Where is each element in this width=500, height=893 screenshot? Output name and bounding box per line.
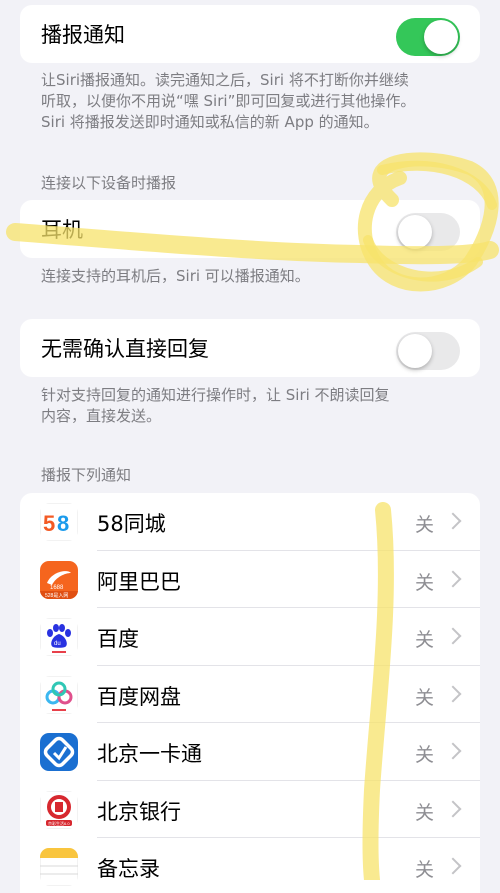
toggle-knob bbox=[398, 334, 432, 368]
reply-footer-line: 内容，直接发送。 bbox=[41, 407, 162, 425]
58-tongcheng-icon: 5 8 bbox=[40, 503, 78, 541]
toggle-knob bbox=[398, 215, 432, 249]
alibaba-sub-text: 528是入网 bbox=[45, 593, 68, 599]
bank-of-beijing-icon: 京彩生活6.0 bbox=[40, 790, 78, 829]
svg-text:5: 5 bbox=[43, 511, 55, 536]
app-row-notes[interactable]: 备忘录 关 bbox=[20, 838, 480, 893]
headphones-toggle[interactable] bbox=[396, 213, 460, 251]
baidu-du-text: du bbox=[54, 641, 61, 647]
apps-header: 播报下列通知 bbox=[41, 466, 132, 484]
alibaba-1688-text: 1688 bbox=[50, 585, 64, 591]
announce-footer-line: 听取，以便你不用说“嘿 Siri”即可回复或进行其他操作。 bbox=[41, 92, 416, 110]
app-name: 北京银行 bbox=[97, 799, 181, 824]
app-row-baidu[interactable]: du 百度 关 bbox=[20, 608, 480, 666]
baidu-netdisk-icon bbox=[40, 675, 78, 714]
app-state: 关 bbox=[414, 801, 434, 824]
app-state: 关 bbox=[414, 514, 434, 536]
announce-toggle[interactable] bbox=[396, 18, 460, 56]
chevron-right-icon bbox=[444, 570, 462, 587]
headphones-footer: 连接支持的耳机后，Siri 可以播报通知。 bbox=[41, 267, 310, 285]
app-state: 关 bbox=[414, 571, 434, 594]
reply-footer: 针对支持回复的通知进行操作时，让 Siri 不朗读回复 内容，直接发送。 bbox=[41, 385, 461, 427]
app-name: 百度 bbox=[97, 627, 139, 651]
chevron-right-icon bbox=[444, 742, 462, 760]
apps-list: 5 8 58同城 关 1688 528是入网 阿里巴巴 关 du 百度 关 百度… bbox=[20, 493, 480, 893]
app-state: 关 bbox=[414, 744, 434, 766]
reply-row: 无需确认直接回复 bbox=[20, 319, 480, 377]
announce-footer-line: Siri 将播报发送即时通知或私信的新 App 的通知。 bbox=[41, 113, 379, 131]
app-name: 58同城 bbox=[97, 512, 166, 536]
app-name: 备忘录 bbox=[97, 857, 160, 881]
headphones-label: 耳机 bbox=[41, 218, 83, 242]
app-state: 关 bbox=[414, 629, 434, 651]
headphones-card: 耳机 bbox=[20, 200, 480, 258]
bank-sub-text: 京彩生活6.0 bbox=[48, 820, 70, 826]
svg-text:8: 8 bbox=[57, 511, 69, 536]
reply-footer-line: 针对支持回复的通知进行操作时，让 Siri 不朗读回复 bbox=[41, 386, 390, 404]
toggle-knob bbox=[424, 20, 458, 54]
announce-footer: 让Siri播报通知。读完通知之后，Siri 将不打断你并继续 听取，以便你不用说… bbox=[41, 70, 461, 133]
reply-label: 无需确认直接回复 bbox=[41, 337, 209, 361]
app-name: 百度网盘 bbox=[97, 684, 181, 709]
reply-toggle[interactable] bbox=[396, 332, 460, 370]
alibaba-icon: 1688 528是入网 bbox=[40, 560, 78, 599]
beijing-card-icon bbox=[40, 733, 78, 771]
app-name: 阿里巴巴 bbox=[97, 569, 181, 594]
chevron-right-icon bbox=[444, 800, 462, 817]
app-state: 关 bbox=[414, 686, 434, 709]
chevron-right-icon bbox=[444, 627, 462, 645]
app-name: 北京一卡通 bbox=[97, 742, 202, 766]
app-row-baidu-netdisk[interactable]: 百度网盘 关 bbox=[20, 666, 480, 723]
app-row-beijing-card[interactable]: 北京一卡通 关 bbox=[20, 723, 480, 781]
baidu-paw-icon: du bbox=[40, 618, 78, 656]
headphones-row: 耳机 bbox=[20, 200, 480, 258]
app-state: 关 bbox=[414, 859, 434, 881]
chevron-right-icon bbox=[444, 857, 462, 875]
app-row-bank-of-beijing[interactable]: 京彩生活6.0 北京银行 关 bbox=[20, 781, 480, 838]
reply-card: 无需确认直接回复 bbox=[20, 319, 480, 377]
chevron-right-icon bbox=[444, 685, 462, 702]
announce-card: 播报通知 bbox=[20, 5, 480, 63]
chevron-right-icon bbox=[444, 512, 462, 530]
devices-header: 连接以下设备时播报 bbox=[41, 174, 177, 192]
app-row-58tongcheng[interactable]: 5 8 58同城 关 bbox=[20, 493, 480, 551]
announce-row: 播报通知 bbox=[20, 5, 480, 63]
announce-footer-line: 让Siri播报通知。读完通知之后，Siri 将不打断你并继续 bbox=[41, 71, 409, 89]
notes-icon bbox=[40, 848, 78, 886]
app-row-alibaba[interactable]: 1688 528是入网 阿里巴巴 关 bbox=[20, 551, 480, 608]
announce-label: 播报通知 bbox=[41, 23, 125, 47]
